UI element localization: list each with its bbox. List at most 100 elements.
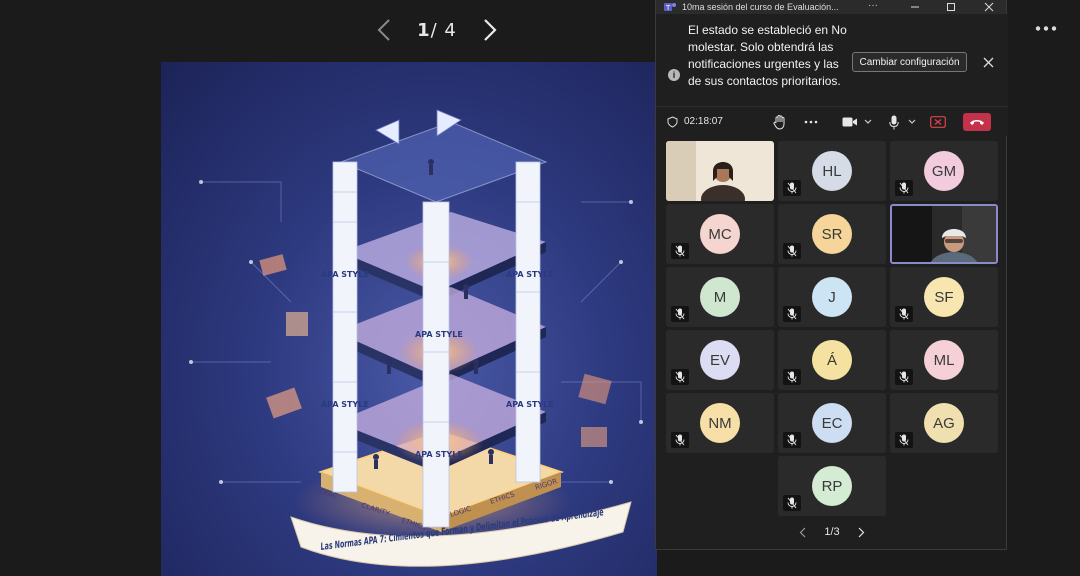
participant-avatar: EV: [700, 340, 740, 380]
mic-off-icon: [787, 371, 797, 383]
notification-message: El estado se estableció en No molestar. …: [688, 23, 847, 88]
more-horizontal-icon: [1035, 25, 1057, 31]
meeting-timer: 02:18:07: [684, 116, 723, 127]
change-settings-button[interactable]: Cambiar configuración: [852, 52, 967, 72]
chevron-left-icon: [377, 19, 390, 41]
participant-tile[interactable]: SF: [890, 267, 998, 327]
minimize-button[interactable]: [898, 0, 932, 14]
chevron-left-icon: [799, 527, 805, 537]
muted-indicator: [783, 432, 801, 448]
mic-off-icon: [899, 434, 909, 446]
tower: APA STYLE APA STYLE APA STYLE APA STYLE …: [321, 109, 554, 528]
chevron-right-icon: [484, 19, 497, 41]
muted-indicator: [783, 306, 801, 322]
dnd-notification-banner: i El estado se estableció en No molestar…: [656, 14, 1008, 106]
participant-tile[interactable]: J: [778, 267, 886, 327]
mic-off-icon: [787, 308, 797, 320]
title-more-button[interactable]: ···: [868, 0, 878, 11]
close-icon: [984, 2, 994, 12]
leave-call-button[interactable]: [963, 113, 991, 131]
participant-avatar: RP: [812, 466, 852, 506]
next-slide-button[interactable]: [478, 15, 502, 45]
participant-tile[interactable]: EV: [666, 330, 774, 390]
participant-avatar: MC: [700, 214, 740, 254]
previous-slide-button[interactable]: [372, 15, 396, 45]
camera-icon: [842, 117, 857, 127]
muted-indicator: [895, 369, 913, 385]
participant-tile[interactable]: ML: [890, 330, 998, 390]
participant-tile[interactable]: M: [666, 267, 774, 327]
grid-page-indicator: 1/3: [824, 526, 840, 538]
participant-tile[interactable]: AG: [890, 393, 998, 453]
previous-page-button[interactable]: [796, 525, 808, 539]
participant-avatar: Á: [812, 340, 852, 380]
muted-indicator: [783, 495, 801, 511]
microphone-icon: [889, 115, 899, 129]
participant-avatar: AG: [924, 403, 964, 443]
meeting-toolbar: 02:18:07: [656, 106, 1008, 136]
minimize-icon: [911, 6, 919, 8]
participant-avatar: J: [812, 277, 852, 317]
participant-tile[interactable]: Á: [778, 330, 886, 390]
participant-video: [892, 206, 996, 262]
participant-avatar: M: [700, 277, 740, 317]
participant-avatar: EC: [812, 403, 852, 443]
mic-off-icon: [899, 308, 909, 320]
participant-tile[interactable]: [890, 204, 998, 264]
more-options-button[interactable]: [1032, 18, 1060, 38]
participant-avatar: NM: [700, 403, 740, 443]
mic-off-icon: [787, 434, 797, 446]
participant-tile[interactable]: GM: [890, 141, 998, 201]
maximize-button[interactable]: [934, 0, 968, 14]
mic-off-icon: [787, 182, 797, 194]
mic-off-icon: [787, 245, 797, 257]
chevron-right-icon: [859, 527, 865, 537]
more-horizontal-icon: [804, 120, 818, 124]
raise-hand-button[interactable]: [771, 112, 789, 132]
stop-share-icon: [930, 116, 946, 128]
participant-tile[interactable]: HL: [778, 141, 886, 201]
muted-indicator: [783, 180, 801, 196]
window-title: 10ma sesión del curso de Evaluación...: [682, 2, 839, 12]
maximize-icon: [947, 3, 955, 11]
next-page-button[interactable]: [856, 525, 868, 539]
apa-label: APA STYLE: [321, 400, 369, 409]
stop-sharing-button[interactable]: [928, 112, 948, 132]
muted-indicator: [671, 432, 689, 448]
participant-tile[interactable]: [666, 141, 774, 201]
raise-hand-icon: [773, 115, 785, 130]
muted-indicator: [671, 306, 689, 322]
muted-indicator: [783, 369, 801, 385]
slide-counter: 1/ 4: [417, 20, 457, 41]
dismiss-notification-button[interactable]: [979, 52, 997, 72]
camera-options-button[interactable]: [862, 112, 874, 132]
apa-label: APA STYLE: [415, 450, 463, 459]
participant-avatar: HL: [812, 151, 852, 191]
chevron-down-icon: [864, 119, 872, 124]
participant-tile[interactable]: RP: [778, 456, 886, 516]
muted-indicator: [783, 243, 801, 259]
muted-indicator: [895, 306, 913, 322]
participant-tile[interactable]: NM: [666, 393, 774, 453]
apa-label: APA STYLE: [506, 270, 554, 279]
mic-off-icon: [675, 308, 685, 320]
participant-avatar: SR: [812, 214, 852, 254]
window-titlebar: T 10ma sesión del curso de Evaluación...…: [656, 0, 1006, 14]
close-icon: [983, 57, 993, 67]
participant-tile[interactable]: SR: [778, 204, 886, 264]
apa-label: APA STYLE: [321, 270, 369, 279]
mic-off-icon: [675, 434, 685, 446]
microphone-button[interactable]: [887, 112, 901, 132]
muted-indicator: [671, 369, 689, 385]
participant-tile[interactable]: EC: [778, 393, 886, 453]
slide-total: / 4: [430, 19, 457, 41]
camera-button[interactable]: [842, 112, 858, 132]
microphone-options-button[interactable]: [906, 112, 918, 132]
presentation-slide: LOGIC CLARITY ETHICS LOGIC ETHICS RIGOR: [161, 62, 657, 576]
close-window-button[interactable]: [972, 0, 1006, 14]
participant-grid-pager: 1/3: [796, 524, 868, 540]
more-actions-button[interactable]: [801, 112, 821, 132]
apa-label: APA STYLE: [415, 330, 463, 339]
participant-video: [666, 141, 774, 201]
participant-tile[interactable]: MC: [666, 204, 774, 264]
